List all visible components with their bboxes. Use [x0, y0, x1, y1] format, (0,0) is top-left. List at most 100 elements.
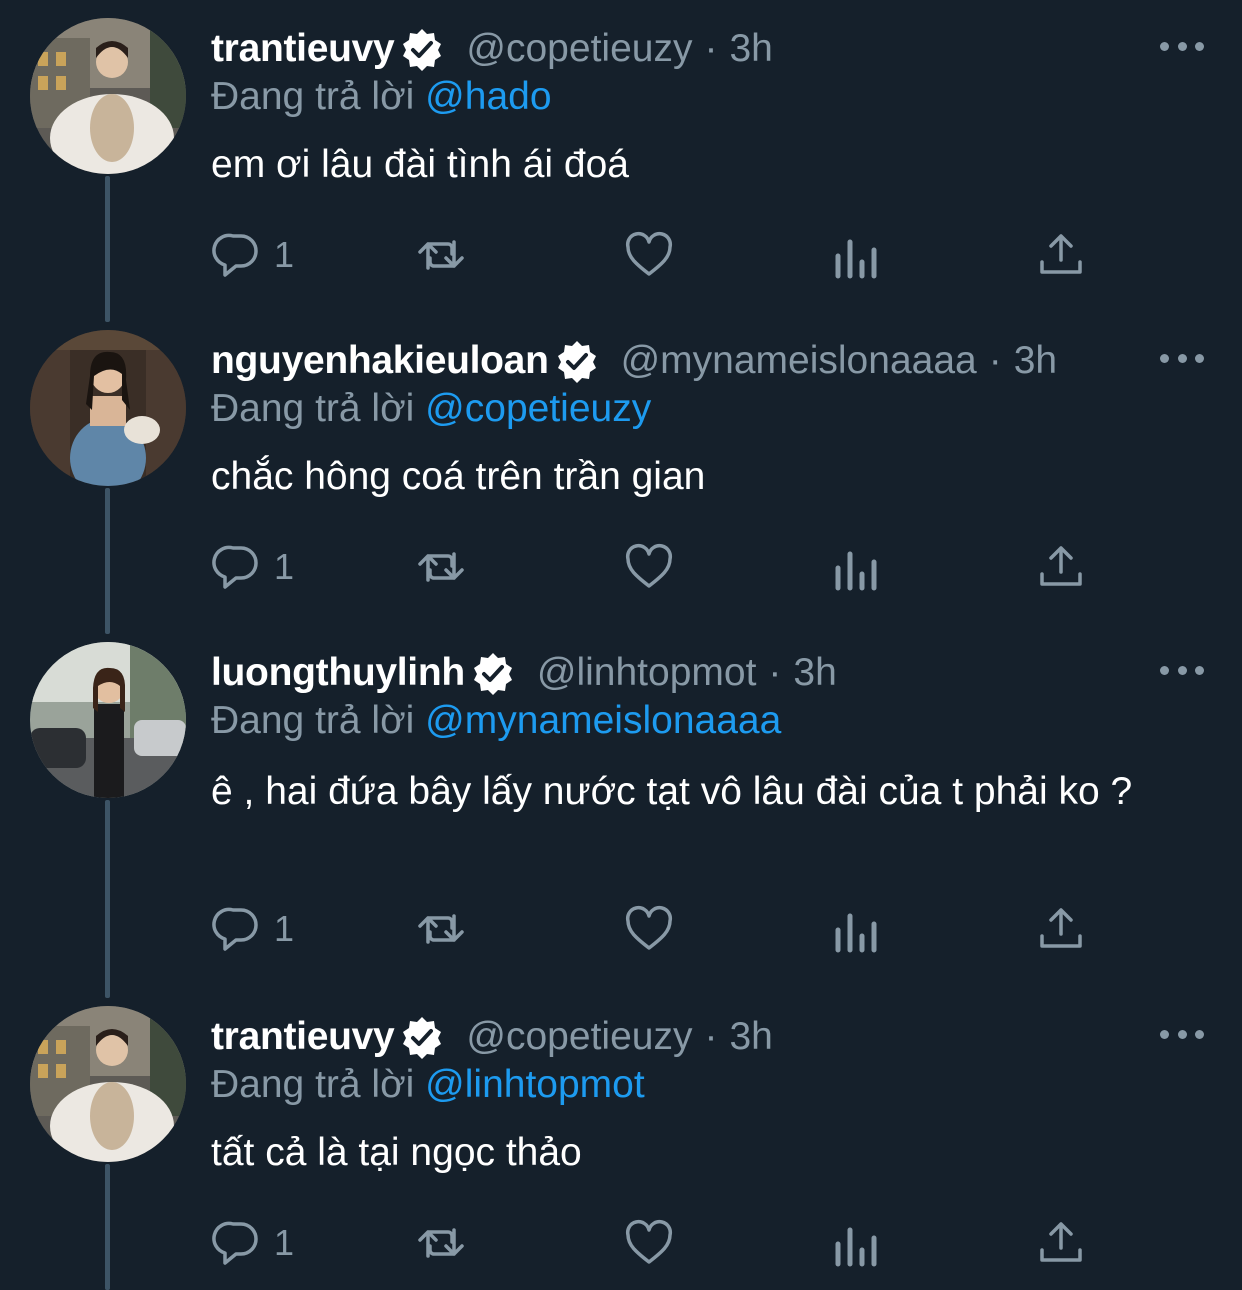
reply-context: Đang trả lời @linhtopmot [211, 1060, 645, 1110]
reply-prefix: Đang trả lời [211, 75, 415, 118]
share-icon [1040, 234, 1082, 274]
like-button[interactable] [624, 230, 674, 280]
like-button[interactable] [624, 542, 674, 592]
reply-to-link[interactable]: @copetieuzy [425, 387, 651, 430]
more-icon[interactable] [1160, 1014, 1204, 1054]
avatar-photo [30, 18, 186, 174]
share-icon [1040, 546, 1082, 586]
analytics-icon [835, 913, 877, 953]
reply-to-link[interactable]: @linhtopmot [425, 1063, 645, 1106]
reply-button[interactable]: 1 [212, 1218, 294, 1268]
verified-badge-icon [471, 651, 515, 695]
share-button[interactable] [1036, 1218, 1086, 1268]
reply-count: 1 [274, 908, 295, 949]
tweet-text: chắc hông coá trên trần gian [211, 455, 706, 498]
more-icon[interactable] [1160, 338, 1204, 378]
display-name[interactable]: nguyenhakieuloan [211, 336, 549, 386]
display-name[interactable]: trantieuvy [211, 24, 395, 74]
reply-thread: trantieuvy @copetieuzy · 3h Đang trả lời… [0, 0, 1242, 1290]
tweet-time[interactable]: 3h [729, 1012, 772, 1062]
retweet-button[interactable] [416, 1218, 466, 1268]
separator-dot: · [768, 651, 782, 694]
avatar-photo [30, 330, 186, 486]
tweet-time[interactable]: 3h [793, 648, 836, 698]
reply-icon [212, 907, 258, 951]
tweet-header: luongthuylinh @linhtopmot · 3h [211, 648, 1122, 698]
like-icon [625, 1220, 673, 1264]
retweet-icon [418, 552, 464, 582]
display-name[interactable]: luongthuylinh [211, 648, 465, 698]
more-icon[interactable] [1160, 26, 1204, 66]
analytics-button[interactable] [832, 1220, 882, 1270]
retweet-button[interactable] [416, 542, 466, 592]
display-name[interactable]: trantieuvy [211, 1012, 395, 1062]
retweet-icon [418, 1228, 464, 1258]
user-handle[interactable]: @copetieuzy [466, 1012, 692, 1062]
share-button[interactable] [1036, 542, 1086, 592]
avatar-photo [30, 642, 186, 798]
tweet-header: trantieuvy @copetieuzy · 3h [211, 1012, 1122, 1062]
avatar[interactable] [30, 1006, 186, 1162]
separator-dot: · [704, 27, 718, 70]
separator-dot: · [704, 1015, 718, 1058]
retweet-button[interactable] [416, 904, 466, 954]
reply-to-link[interactable]: @hado [425, 75, 551, 118]
retweet-icon [418, 914, 464, 944]
tweet-actions: 1 [0, 538, 1242, 598]
user-handle[interactable]: @copetieuzy [466, 24, 692, 74]
reply-context: Đang trả lời @mynameislonaaaa [211, 696, 781, 746]
reply-count: 1 [274, 234, 295, 275]
reply-prefix: Đang trả lời [211, 387, 415, 430]
reply-icon [212, 233, 258, 277]
avatar[interactable] [30, 18, 186, 174]
user-handle[interactable]: @linhtopmot [537, 648, 757, 698]
tweet-actions: 1 [0, 900, 1242, 960]
reply-icon [212, 1221, 258, 1265]
tweet-time[interactable]: 3h [1014, 336, 1057, 386]
share-icon [1040, 908, 1082, 948]
tweet-text: tất cả là tại ngọc thảo [211, 1131, 582, 1174]
tweet[interactable]: trantieuvy @copetieuzy · 3h Đang trả lời… [0, 988, 1242, 1290]
share-button[interactable] [1036, 904, 1086, 954]
like-button[interactable] [624, 1218, 674, 1268]
reply-button[interactable]: 1 [212, 904, 294, 954]
reply-button[interactable]: 1 [212, 542, 294, 592]
avatar[interactable] [30, 330, 186, 486]
tweet[interactable]: nguyenhakieuloan @mynameislonaaaa · 3h Đ… [0, 312, 1242, 624]
reply-prefix: Đang trả lời [211, 699, 415, 742]
analytics-icon [835, 551, 877, 591]
analytics-button[interactable] [832, 906, 882, 956]
tweet[interactable]: luongthuylinh @linhtopmot · 3h Đang trả … [0, 624, 1242, 988]
reply-context: Đang trả lời @hado [211, 72, 552, 122]
separator-dot: · [988, 339, 1002, 382]
analytics-button[interactable] [832, 544, 882, 594]
avatar[interactable] [30, 642, 186, 798]
tweet-text: em ơi lâu đài tình ái đoá [211, 143, 629, 186]
like-icon [625, 544, 673, 588]
reply-button[interactable]: 1 [212, 230, 294, 280]
analytics-icon [835, 239, 877, 279]
reply-count: 1 [274, 1222, 295, 1263]
tweet-time[interactable]: 3h [729, 24, 772, 74]
reply-prefix: Đang trả lời [211, 1063, 415, 1106]
more-icon[interactable] [1160, 650, 1204, 690]
share-button[interactable] [1036, 230, 1086, 280]
tweet-actions: 1 [0, 226, 1242, 286]
tweet-text: ê , hai đứa bây lấy nước tạt vô lâu đài … [211, 770, 1133, 813]
analytics-button[interactable] [832, 232, 882, 282]
verified-badge-icon [400, 27, 444, 71]
like-button[interactable] [624, 904, 674, 954]
verified-badge-icon [400, 1015, 444, 1059]
verified-badge-icon [555, 339, 599, 383]
reply-to-link[interactable]: @mynameislonaaaa [425, 699, 781, 742]
user-handle[interactable]: @mynameislonaaaa [621, 336, 977, 386]
analytics-icon [835, 1227, 877, 1267]
like-icon [625, 906, 673, 950]
share-icon [1040, 1222, 1082, 1262]
tweet[interactable]: trantieuvy @copetieuzy · 3h Đang trả lời… [0, 0, 1242, 312]
tweet-actions: 1 [0, 1214, 1242, 1274]
retweet-button[interactable] [416, 230, 466, 280]
like-icon [625, 232, 673, 276]
reply-count: 1 [274, 546, 295, 587]
reply-icon [212, 545, 258, 589]
